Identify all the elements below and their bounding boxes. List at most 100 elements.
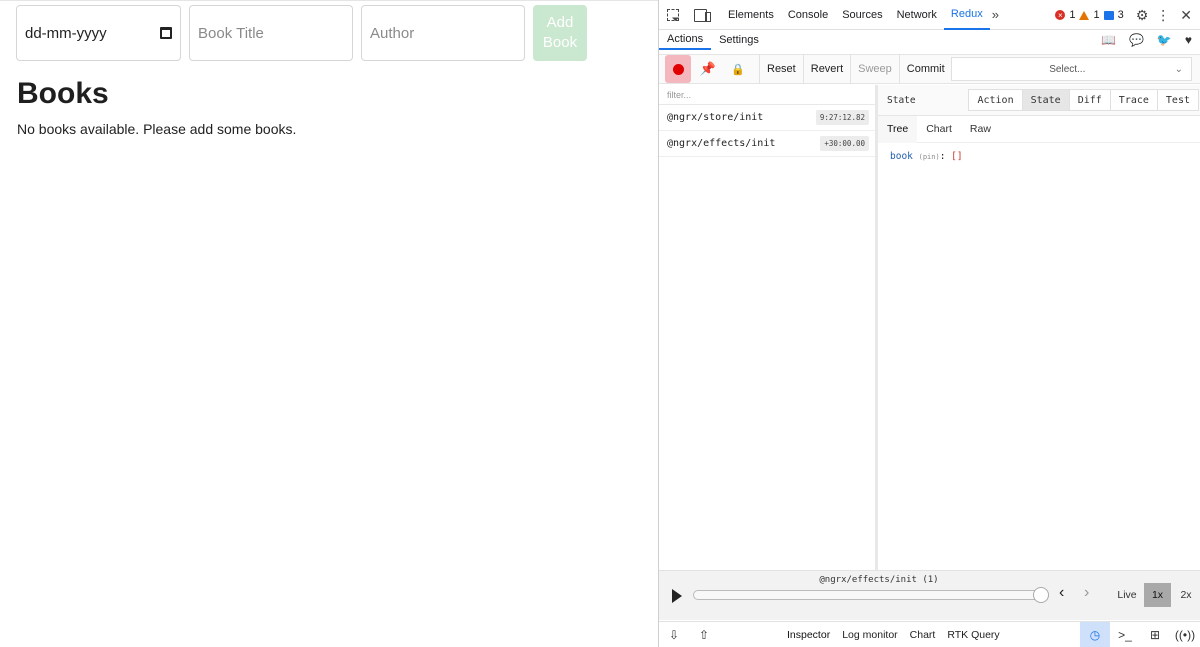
live-button[interactable]: Live	[1113, 583, 1141, 607]
tab-sources[interactable]: Sources	[835, 0, 889, 30]
state-key[interactable]: book	[890, 151, 913, 162]
warning-count[interactable]: 1	[1093, 9, 1099, 21]
tab-state[interactable]: State	[1021, 89, 1069, 111]
record-icon	[672, 63, 684, 75]
monitor-rtk-query[interactable]: RTK Query	[941, 629, 1005, 641]
chevron-down-icon: ⌄	[1174, 63, 1183, 75]
play-icon[interactable]	[672, 589, 682, 603]
speed-2x-button[interactable]: 2x	[1174, 583, 1198, 607]
book-app: dd-mm-yyyy Book Title Author Add Book Bo…	[0, 0, 658, 647]
tab-redux[interactable]: Redux	[943, 0, 990, 30]
chat-icon[interactable]: 💬	[1129, 33, 1144, 47]
books-heading: Books	[17, 77, 109, 110]
warning-icon[interactable]	[1079, 10, 1090, 20]
author-placeholder: Author	[370, 24, 415, 42]
action-filter-placeholder: filter...	[667, 89, 692, 100]
state-value: []	[951, 151, 963, 162]
instance-select-placeholder: Select...	[1049, 63, 1086, 75]
state-key-pin[interactable]: (pin)	[919, 153, 940, 161]
devtools-status: × 1 1 3 ⚙ ⋮ ✕	[1055, 0, 1192, 30]
tab-elements[interactable]: Elements	[721, 0, 781, 30]
error-icon[interactable]: ×	[1055, 10, 1066, 20]
inspector-view-tabs: Tree Chart Raw	[878, 115, 1200, 143]
tab-tree[interactable]: Tree	[878, 115, 918, 143]
add-book-label-line1: Add	[546, 14, 574, 31]
tab-console[interactable]: Console	[781, 0, 835, 30]
tab-trace[interactable]: Trace	[1109, 89, 1157, 111]
pin-icon: 📌	[699, 61, 717, 76]
book-title-placeholder: Book Title	[198, 24, 264, 42]
monitor-bar-right: ◷ >_ ⊞ ((•))	[1080, 622, 1200, 647]
state-colon: :	[939, 151, 946, 162]
slider-current-action: @ngrx/effects/init (1)	[819, 575, 939, 585]
commit-button[interactable]: Commit	[898, 54, 952, 84]
tab-action[interactable]: Action	[968, 89, 1022, 111]
import-icon[interactable]: ⇩	[659, 622, 689, 647]
action-row[interactable]: @ngrx/effects/init +30:00.00	[659, 131, 875, 157]
tab-test[interactable]: Test	[1156, 89, 1199, 111]
redux-toolbar: 📌 🔒 Reset Revert Sweep Commit Select... …	[659, 54, 1200, 84]
message-count[interactable]: 3	[1118, 9, 1124, 21]
revert-button[interactable]: Revert	[802, 54, 850, 84]
tab-network[interactable]: Network	[890, 0, 944, 30]
tab-chart[interactable]: Chart	[917, 116, 961, 143]
remote-icon[interactable]: ((•))	[1170, 622, 1200, 647]
action-name: @ngrx/store/init	[667, 112, 764, 123]
book-icon[interactable]: 📖	[1101, 33, 1116, 47]
export-icon[interactable]: ⇧	[689, 622, 719, 647]
grid-icon[interactable]: ⊞	[1140, 622, 1170, 647]
add-book-label-line2: Book	[542, 34, 578, 51]
action-filter-input[interactable]: filter...	[659, 85, 875, 105]
monitor-chart[interactable]: Chart	[904, 629, 942, 641]
more-options-icon[interactable]: ⋮	[1156, 7, 1170, 24]
more-tabs-icon[interactable]: »	[992, 7, 999, 22]
twitter-icon[interactable]: 🐦	[1157, 33, 1172, 47]
previous-action-icon[interactable]: ‹	[1059, 584, 1064, 602]
terminal-icon[interactable]: >_	[1110, 622, 1140, 647]
reset-button[interactable]: Reset	[759, 54, 803, 84]
monitor-inspector[interactable]: Inspector	[781, 629, 836, 641]
device-toolbar-icon[interactable]	[691, 7, 713, 23]
add-book-form: dd-mm-yyyy Book Title Author Add Book	[16, 5, 587, 61]
message-icon[interactable]	[1103, 10, 1114, 20]
heart-icon[interactable]: ♥	[1185, 33, 1192, 47]
inspect-element-icon[interactable]	[664, 7, 686, 23]
author-input[interactable]: Author	[361, 5, 525, 61]
calendar-icon[interactable]	[160, 27, 172, 39]
instance-select[interactable]: Select... ⌄	[951, 57, 1192, 81]
tab-raw[interactable]: Raw	[961, 116, 1000, 143]
redux-panes: filter... @ngrx/store/init 9:27:12.82 @n…	[659, 85, 1200, 570]
settings-gear-icon[interactable]: ⚙	[1136, 7, 1149, 24]
next-action-icon[interactable]: ›	[1084, 584, 1089, 602]
monitor-bar: ⇩ ⇧ Inspector Log monitor Chart RTK Quer…	[659, 621, 1200, 647]
subtab-settings[interactable]: Settings	[711, 30, 767, 50]
inspector-header: State Action State Diff Trace Test	[878, 85, 1200, 116]
monitor-log[interactable]: Log monitor	[836, 629, 903, 641]
actions-list-pane: filter... @ngrx/store/init 9:27:12.82 @n…	[659, 85, 878, 570]
tab-diff[interactable]: Diff	[1068, 89, 1110, 111]
record-button[interactable]	[665, 55, 691, 83]
empty-books-message: No books available. Please add some book…	[17, 121, 297, 137]
lock-icon: 🔒	[731, 63, 745, 76]
slider-knob[interactable]	[1033, 587, 1049, 603]
speed-1x-button[interactable]: 1x	[1144, 583, 1171, 607]
slider-track[interactable]	[693, 590, 1049, 600]
action-row[interactable]: @ngrx/store/init 9:27:12.82	[659, 105, 875, 131]
lock-button[interactable]: 🔒	[725, 55, 751, 83]
date-input[interactable]: dd-mm-yyyy	[16, 5, 181, 61]
book-title-input[interactable]: Book Title	[189, 5, 353, 61]
pin-button[interactable]: 📌	[695, 55, 721, 83]
subtab-actions[interactable]: Actions	[659, 30, 712, 50]
add-book-button[interactable]: Add Book	[533, 5, 587, 61]
sweep-button[interactable]: Sweep	[850, 54, 899, 84]
redux-header-icons: 📖 💬 🐦 ♥	[1101, 30, 1192, 50]
time-travel-slider-bar: @ngrx/effects/init (1) ‹ › Live 1x 2x	[659, 570, 1200, 620]
dispatcher-icon[interactable]: ◷	[1080, 622, 1110, 647]
inspector-title: State	[887, 94, 916, 106]
action-time: 9:27:12.82	[815, 110, 869, 125]
close-devtools-icon[interactable]: ✕	[1180, 7, 1192, 24]
state-tree: book (pin): []	[878, 143, 1200, 170]
action-time: +30:00.00	[820, 136, 869, 151]
devtools-tabbar: Elements Console Sources Network Redux »…	[659, 0, 1200, 30]
error-count[interactable]: 1	[1069, 9, 1075, 21]
